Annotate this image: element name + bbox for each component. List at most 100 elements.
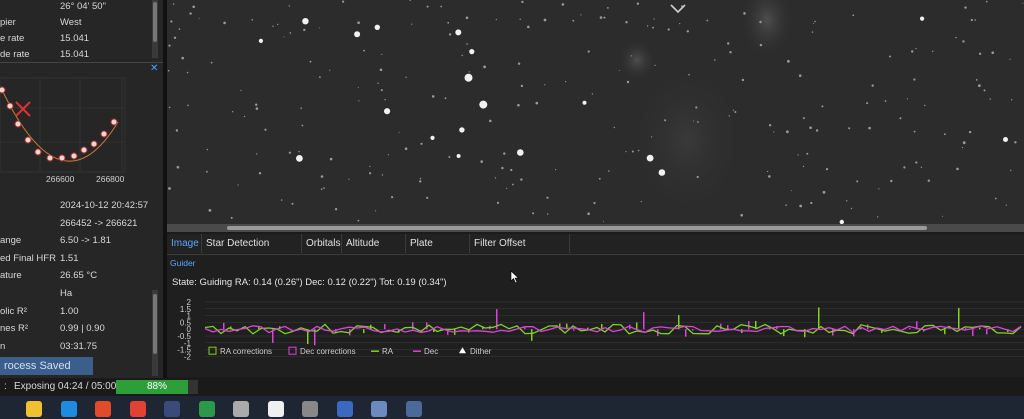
chart-app-icon[interactable] xyxy=(405,401,422,417)
tab-image[interactable]: Image xyxy=(167,234,202,253)
guider-panel: Guider State: Guiding RA: 0.14 (0.26") D… xyxy=(167,255,1024,377)
autofocus-info-row: nes R² 0.99 | 0.90 xyxy=(0,321,160,337)
legend-label: RA corrections xyxy=(220,347,272,356)
row-label: ature xyxy=(0,270,22,282)
star-field-image xyxy=(167,0,1024,224)
scrollbar-thumb[interactable] xyxy=(227,226,927,230)
hfr-point xyxy=(58,154,66,162)
image-horizontal-scrollbar[interactable] xyxy=(167,224,1024,232)
mount-info-scrollbar[interactable] xyxy=(152,0,158,58)
hfr-point xyxy=(90,140,98,148)
image-viewer[interactable] xyxy=(167,0,1024,224)
status-bar: : Exposing 04:24 / 05:00 88% xyxy=(0,378,1024,396)
row-value: 0.99 | 0.90 xyxy=(60,323,105,335)
legend-marker xyxy=(288,346,297,355)
row-value: 2024-10-12 20:42:57 xyxy=(60,200,149,211)
x-tick-label: 266600 xyxy=(46,174,75,184)
row-value: Ha xyxy=(60,288,73,299)
row-value: 15.041 xyxy=(60,49,90,60)
correction-bar xyxy=(384,324,386,330)
search-app-icon[interactable] xyxy=(371,401,387,417)
row-label: olic R² xyxy=(0,305,27,317)
y-tick-label: -2 xyxy=(184,352,192,361)
correction-bar xyxy=(636,322,638,330)
hfr-point xyxy=(110,118,118,126)
row-label: nes R² xyxy=(0,323,28,335)
taskbar xyxy=(0,396,1024,419)
tab-star-detection-results[interactable]: Star Detection Results xyxy=(202,234,302,268)
planet-app-icon[interactable] xyxy=(302,401,318,417)
autofocus-info-row: n 03:31.75 xyxy=(0,339,160,355)
row-label: ange xyxy=(0,235,22,247)
edge-icon[interactable] xyxy=(60,401,77,417)
correction-bar xyxy=(818,307,820,330)
correction-bar xyxy=(363,329,365,334)
pen-icon[interactable] xyxy=(233,401,249,417)
x-tick-label: 266800 xyxy=(96,174,125,184)
bottom-tabs: ImageStar Detection ResultsOrbitalsAltit… xyxy=(167,234,1024,268)
row-value: 15.041 xyxy=(60,33,90,44)
mount-info-row: de rate 15.041 xyxy=(0,47,160,63)
row-value: 1.00 xyxy=(60,305,79,317)
autofocus-scrollbar[interactable] xyxy=(152,290,158,376)
correction-bar xyxy=(692,329,694,331)
correction-bar xyxy=(678,315,680,330)
mount-info-panel: 26° 04' 50" pier West e rate 15.041 de rate 15… xyxy=(0,0,151,60)
autofocus-info-row: ed Final HFR 1.51 xyxy=(0,251,160,267)
scrollbar-thumb[interactable] xyxy=(153,294,157,354)
correction-bar xyxy=(979,327,981,330)
row-value: 26° 04' 50" xyxy=(60,1,106,12)
process-saved-run-button[interactable]: rocess Saved Run xyxy=(0,357,93,390)
autofocus-info-row: ature 26.65 °C xyxy=(0,268,160,284)
autofocus-info-row: Ha xyxy=(0,286,160,302)
tab-orbitals[interactable]: Orbitals xyxy=(302,234,342,253)
guider-state: State: Guiding RA: 0.14 (0.26") Dec: 0.1… xyxy=(172,277,447,288)
correction-bar xyxy=(685,329,687,337)
hfr-point xyxy=(24,136,32,144)
status-prefix: : xyxy=(4,381,7,392)
row-value: 03:31.75 xyxy=(60,340,97,352)
legend-marker xyxy=(459,347,466,354)
hfr-point xyxy=(46,154,54,162)
chevron-down-icon[interactable] xyxy=(669,2,687,14)
tab-filter-offset-calculator[interactable]: Filter Offset Calculator xyxy=(470,234,570,268)
exposure-progress-bar: 88% xyxy=(116,380,198,394)
row-value: 26.65 °C xyxy=(60,270,98,282)
guider-title: Guider xyxy=(170,258,196,268)
row-label: ed Final HFR xyxy=(0,252,56,264)
hfr-point xyxy=(0,86,6,94)
left-panel: 26° 04' 50" pier West e rate 15.041 de rate 15… xyxy=(0,0,163,390)
store-icon[interactable] xyxy=(95,401,111,417)
mount-info-row: pier West xyxy=(0,15,160,31)
legend-label: Dither xyxy=(470,347,492,356)
correction-bar xyxy=(944,329,946,335)
astro-app-icon[interactable] xyxy=(164,401,180,417)
divider xyxy=(0,62,163,63)
file-explorer-icon[interactable] xyxy=(26,401,42,417)
sky-app-icon[interactable] xyxy=(336,401,353,417)
correction-bar xyxy=(965,328,967,330)
correction-bar xyxy=(573,329,575,331)
correction-bar xyxy=(748,321,750,330)
legend-label: RA xyxy=(382,347,394,356)
guide-app-icon[interactable] xyxy=(198,401,215,417)
row-value: 266452 -> 266621 xyxy=(60,217,138,229)
correction-bar xyxy=(909,327,911,330)
correction-bar xyxy=(986,329,988,335)
row-value: West xyxy=(60,17,82,28)
scrollbar-thumb[interactable] xyxy=(153,2,157,42)
guiding-graph: 21.510.50-0.5-1-1.5-2RA corrections Dec c… xyxy=(177,299,1024,361)
close-icon[interactable]: ✕ xyxy=(150,64,160,74)
mouse-cursor-icon xyxy=(510,270,520,284)
exposure-status: Exposing 04:24 / 05:00 xyxy=(14,381,117,392)
chrome-icon[interactable] xyxy=(129,401,146,417)
correction-bar xyxy=(727,325,729,330)
app-icon[interactable] xyxy=(267,401,284,417)
hfr-point xyxy=(100,130,108,138)
tab-altitude-chart[interactable]: Altitude Chart xyxy=(342,234,406,268)
hfr-point xyxy=(14,120,22,128)
hfr-focus-chart: 266600 266800 xyxy=(0,77,126,184)
correction-bar xyxy=(958,307,960,330)
hfr-point xyxy=(80,146,88,154)
tab-plate-solving[interactable]: Plate Solving xyxy=(406,234,470,268)
